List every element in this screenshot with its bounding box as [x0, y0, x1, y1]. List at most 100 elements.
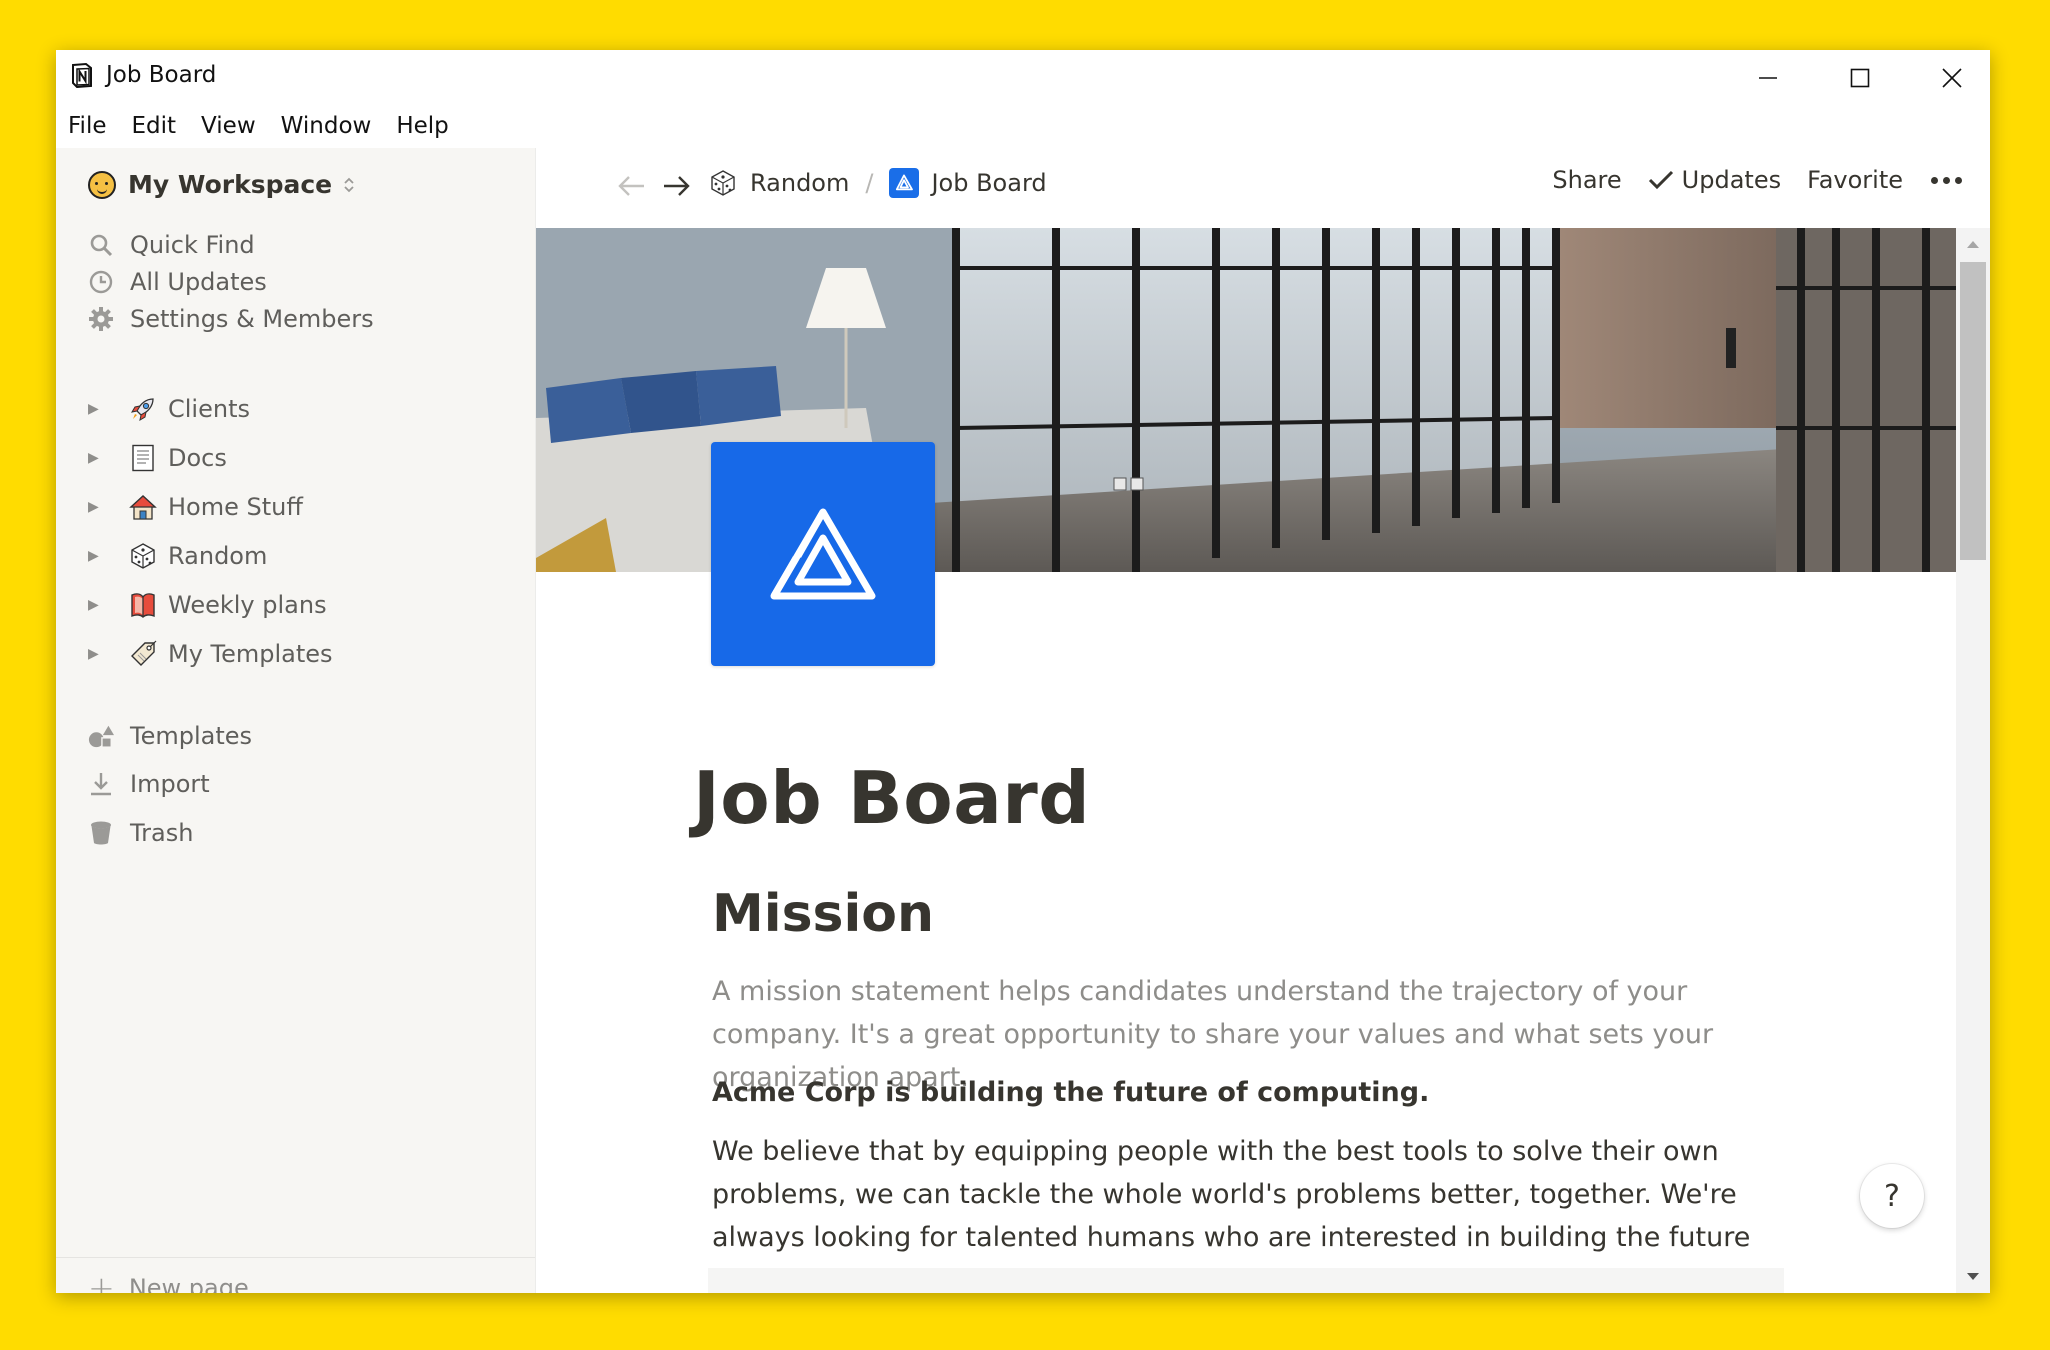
- breadcrumb-random[interactable]: Random: [750, 169, 849, 197]
- window-title: Job Board: [106, 62, 217, 88]
- expand-arrow-icon[interactable]: ▶: [88, 401, 102, 417]
- sidebar-item-clients[interactable]: ▶ Clients: [88, 388, 250, 430]
- sidebar-item-label: Settings & Members: [130, 305, 374, 333]
- arrow-left-icon: [618, 176, 644, 196]
- sidebar-item-templates[interactable]: Templates: [88, 716, 252, 756]
- page-content: Job Board Mission A mission statement he…: [536, 228, 1956, 1293]
- more-options-button[interactable]: [1931, 176, 1962, 184]
- new-page-button[interactable]: + New page: [88, 1266, 249, 1293]
- sidebar-item-all-updates[interactable]: All Updates: [88, 262, 267, 302]
- tag-icon: [128, 639, 158, 669]
- page-icon[interactable]: [711, 442, 935, 666]
- breadcrumb-job-board[interactable]: Job Board: [931, 169, 1046, 197]
- caret-up-icon: [1967, 241, 1979, 248]
- sidebar: My Workspace Quick Find All Updates Sett…: [56, 148, 536, 1293]
- expand-arrow-icon[interactable]: ▶: [88, 499, 102, 515]
- workspace-switcher[interactable]: My Workspace: [88, 170, 356, 199]
- sidebar-item-weekly-plans[interactable]: ▶ Weekly plans: [88, 584, 327, 626]
- menu-bar: File Edit View Window Help: [56, 106, 474, 146]
- sidebar-item-home-stuff[interactable]: ▶ Home Stuff: [88, 486, 303, 528]
- impossible-triangle-icon: [770, 508, 876, 600]
- plus-icon: +: [88, 1269, 115, 1293]
- sidebar-item-label: Docs: [168, 444, 227, 472]
- dice-icon: [708, 168, 738, 198]
- app-window: Job Board File Edit View Window Help My …: [56, 50, 1990, 1293]
- shapes-icon: [88, 723, 114, 749]
- sidebar-item-trash[interactable]: Trash: [88, 813, 193, 853]
- breadcrumb: Random / Job Board: [708, 168, 1047, 198]
- checkmark-icon: [1648, 170, 1673, 190]
- house-icon: [128, 492, 158, 522]
- vertical-scrollbar[interactable]: [1956, 228, 1990, 1293]
- dot-icon: [1943, 176, 1950, 184]
- sidebar-item-docs[interactable]: ▶ Docs: [88, 437, 227, 479]
- section-heading[interactable]: Mission: [712, 884, 934, 944]
- sidebar-divider: [56, 1257, 535, 1258]
- sidebar-item-label: My Templates: [168, 640, 333, 668]
- sidebar-item-label: Import: [130, 770, 210, 798]
- sidebar-item-settings[interactable]: Settings & Members: [88, 299, 374, 339]
- menu-view[interactable]: View: [201, 113, 256, 139]
- sidebar-item-label: Quick Find: [130, 231, 255, 259]
- menu-file[interactable]: File: [68, 113, 107, 139]
- download-icon: [88, 771, 114, 797]
- sidebar-item-label: Templates: [130, 722, 253, 750]
- dot-icon: [1931, 176, 1938, 184]
- sidebar-item-label: All Updates: [130, 268, 267, 296]
- chevron-updown-icon: [342, 175, 356, 195]
- sidebar-item-random[interactable]: ▶ Random: [88, 535, 267, 577]
- clock-icon: [88, 269, 114, 295]
- expand-arrow-icon[interactable]: ▶: [88, 450, 102, 466]
- sidebar-item-label: Random: [168, 542, 268, 570]
- menu-help[interactable]: Help: [396, 113, 448, 139]
- sidebar-item-import[interactable]: Import: [88, 764, 210, 804]
- topbar-actions: Share Updates Favorite: [1526, 166, 1962, 194]
- notebook-icon: [128, 590, 158, 620]
- updates-button[interactable]: Updates: [1648, 166, 1781, 194]
- updates-label: Updates: [1681, 166, 1782, 194]
- dice-icon: [128, 541, 158, 571]
- expand-arrow-icon[interactable]: ▶: [88, 597, 102, 613]
- mission-statement[interactable]: Acme Corp is building the future of comp…: [712, 1077, 1429, 1108]
- sidebar-item-quick-find[interactable]: Quick Find: [88, 225, 255, 265]
- scrollbar-thumb[interactable]: [1960, 262, 1986, 560]
- new-page-label: New page: [128, 1274, 249, 1293]
- arrow-right-icon: [664, 176, 690, 196]
- sidebar-item-label: Weekly plans: [168, 591, 327, 619]
- dot-icon: [1955, 176, 1962, 184]
- back-button[interactable]: [616, 170, 648, 202]
- breadcrumb-separator: /: [865, 169, 874, 197]
- expand-arrow-icon[interactable]: ▶: [88, 646, 102, 662]
- maximize-button[interactable]: [1814, 50, 1906, 106]
- scroll-up-button[interactable]: [1956, 230, 1990, 258]
- sidebar-item-label: Home Stuff: [168, 493, 303, 521]
- expand-arrow-icon[interactable]: ▶: [88, 548, 102, 564]
- menu-edit[interactable]: Edit: [132, 113, 177, 139]
- gear-icon: [88, 306, 114, 332]
- favorite-button[interactable]: Favorite: [1807, 166, 1903, 194]
- close-button[interactable]: [1906, 50, 1990, 106]
- sidebar-item-label: Clients: [168, 395, 250, 423]
- trash-icon: [88, 820, 114, 846]
- forward-button[interactable]: [660, 170, 692, 202]
- callout-block[interactable]: [708, 1268, 1784, 1293]
- page-topbar: Random / Job Board Share Updates Favorit…: [536, 148, 1990, 228]
- close-icon: [1942, 68, 1962, 88]
- workspace-avatar-icon: [88, 170, 116, 199]
- workspace-name: My Workspace: [128, 170, 333, 199]
- job-board-icon: [889, 168, 920, 198]
- caret-down-icon: [1967, 1273, 1979, 1280]
- search-icon: [88, 232, 114, 258]
- help-button[interactable]: ?: [1860, 1164, 1924, 1228]
- rocket-icon: [128, 394, 158, 424]
- scroll-down-button[interactable]: [1956, 1263, 1990, 1291]
- share-button[interactable]: Share: [1552, 166, 1621, 194]
- title-bar: Job Board: [56, 50, 1990, 98]
- page-title[interactable]: Job Board: [693, 756, 1090, 840]
- minimize-icon: [1759, 77, 1777, 79]
- document-icon: [128, 443, 158, 473]
- minimize-button[interactable]: [1722, 50, 1814, 106]
- menu-window[interactable]: Window: [281, 113, 372, 139]
- notion-logo-icon: [70, 62, 94, 89]
- sidebar-item-my-templates[interactable]: ▶ My Templates: [88, 633, 333, 675]
